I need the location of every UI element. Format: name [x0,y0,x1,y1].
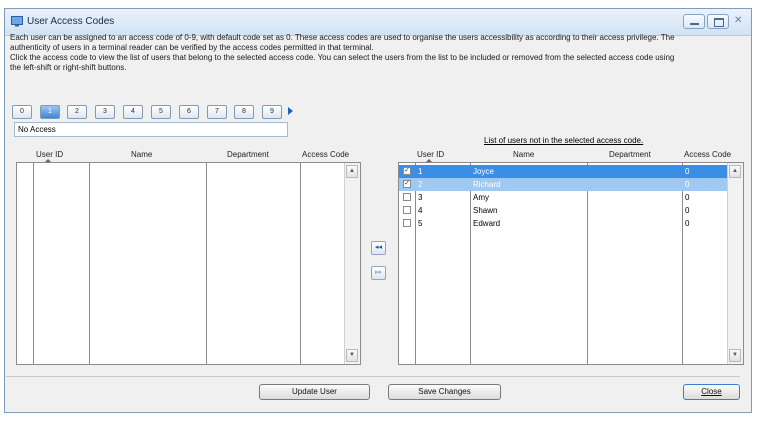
right-header-user-id[interactable]: User ID [417,150,444,159]
scroll-right-arrow-icon[interactable] [288,107,293,115]
access-code-3-button[interactable]: 3 [95,105,115,119]
row-name: Amy [473,193,489,202]
right-header-department[interactable]: Department [609,150,651,159]
left-header-department[interactable]: Department [227,150,269,159]
scroll-down-icon[interactable]: ▼ [346,349,358,362]
row-user-id: 4 [418,206,423,215]
table-row[interactable]: 5 Edward 0 [399,217,727,230]
row-checkbox[interactable]: ✓ [403,180,411,188]
right-header-name[interactable]: Name [513,150,534,159]
row-access-code: 0 [685,167,690,176]
description-line-2: authenticity of users in a terminal read… [10,43,374,52]
row-access-code: 0 [685,193,690,202]
window-title: User Access Codes [27,16,115,27]
minimize-button[interactable] [683,14,705,29]
description-line-3: Click the access code to view the list o… [10,53,675,62]
shift-right-button[interactable]: ▸▸ [371,266,386,280]
column-divider [33,163,34,364]
right-table-scrollbar[interactable]: ▲ ▼ [727,163,743,364]
row-checkbox[interactable]: ✓ [403,167,411,175]
table-row[interactable]: ✓ 1 Joyce 0 [399,165,727,178]
access-code-4-button[interactable]: 4 [123,105,143,119]
description-text: Each user can be assigned to an access c… [10,33,730,73]
left-header-user-id[interactable]: User ID [36,150,63,159]
access-code-6-button[interactable]: 6 [179,105,199,119]
footer-divider [6,376,740,377]
row-access-code: 0 [685,180,690,189]
close-button[interactable]: Close [683,384,740,400]
column-divider [300,163,301,364]
access-code-0-button[interactable]: 0 [12,105,32,119]
access-code-8-button[interactable]: 8 [234,105,254,119]
row-user-id: 2 [418,180,423,189]
table-row[interactable]: ✓ 2 Richard 0 [399,178,727,191]
maximize-button[interactable] [707,14,729,29]
row-checkbox[interactable] [403,206,411,214]
table-row[interactable]: 4 Shawn 0 [399,204,727,217]
close-window-button[interactable]: ✕ [731,14,748,29]
description-line-1: Each user can be assigned to an access c… [10,33,675,42]
row-name: Richard [473,180,501,189]
scroll-down-icon[interactable]: ▼ [729,349,741,362]
right-table-caption: List of users not in the selected access… [484,136,644,145]
access-name-field[interactable]: No Access [14,122,288,137]
left-table-scrollbar[interactable]: ▲ ▼ [344,163,360,364]
access-code-1-button[interactable]: 1 [40,105,60,119]
row-user-id: 1 [418,167,423,176]
scroll-up-icon[interactable]: ▲ [346,165,358,178]
app-icon [11,16,23,27]
shift-left-button[interactable]: ◂◂ [371,241,386,255]
access-code-9-button[interactable]: 9 [262,105,282,119]
minimize-icon [690,23,699,25]
row-access-code: 0 [685,219,690,228]
scroll-up-icon[interactable]: ▲ [729,165,741,178]
row-name: Joyce [473,167,494,176]
row-checkbox[interactable] [403,219,411,227]
maximize-icon [714,18,724,27]
access-code-5-button[interactable]: 5 [151,105,171,119]
update-user-button[interactable]: Update User [259,384,370,400]
row-user-id: 5 [418,219,423,228]
description-line-4: the left-shift or right-shift buttons. [10,63,127,72]
row-user-id: 3 [418,193,423,202]
row-name: Shawn [473,206,498,215]
left-header-access-code[interactable]: Access Code [302,150,349,159]
row-checkbox[interactable] [403,193,411,201]
right-header-access-code[interactable]: Access Code [684,150,731,159]
users-not-in-code-table[interactable]: ✓ 1 Joyce 0 ✓ 2 Richard 0 3 Amy 0 4 Shaw… [398,162,744,365]
access-code-2-button[interactable]: 2 [67,105,87,119]
column-divider [206,163,207,364]
table-row[interactable]: 3 Amy 0 [399,191,727,204]
left-header-name[interactable]: Name [131,150,152,159]
save-changes-button[interactable]: Save Changes [388,384,501,400]
title-bar: User Access Codes ✕ [5,9,751,36]
access-code-7-button[interactable]: 7 [207,105,227,119]
column-divider [89,163,90,364]
row-name: Edward [473,219,501,228]
row-access-code: 0 [685,206,690,215]
users-in-code-table[interactable]: ▲ ▼ [16,162,361,365]
close-icon: ✕ [734,15,743,26]
